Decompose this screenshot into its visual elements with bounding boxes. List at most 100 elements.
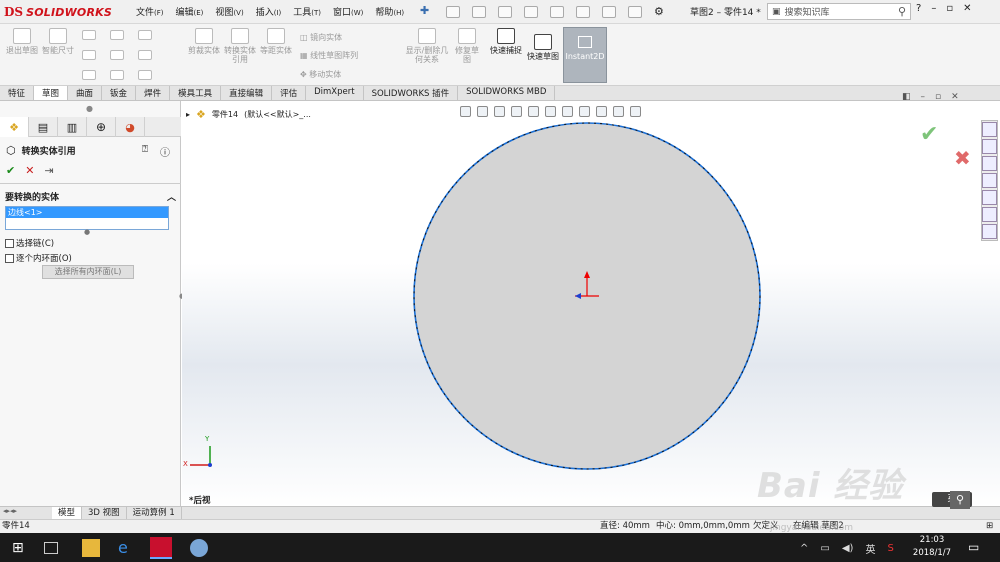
select-icon[interactable]: [576, 5, 590, 18]
help-icon[interactable]: ?: [916, 3, 921, 14]
tab-sheet-metal[interactable]: 钣金: [102, 86, 137, 100]
restore-button[interactable]: ▫: [946, 3, 953, 14]
collapse-chevron-icon[interactable]: ︿: [167, 190, 176, 203]
arc-icon[interactable]: [110, 50, 124, 60]
help-what-icon[interactable]: ⍰: [142, 144, 148, 155]
tab-model[interactable]: 模型: [52, 507, 83, 519]
tab-features[interactable]: 特征: [0, 86, 35, 100]
task-view-icon[interactable]: [44, 542, 58, 554]
select-all-inner-loops-button[interactable]: 选择所有内环面(L): [42, 265, 134, 279]
feature-manager-tab[interactable]: ❖: [0, 117, 29, 137]
search-icon[interactable]: ⚲: [898, 5, 906, 18]
save-icon[interactable]: [498, 5, 512, 18]
select-chain-checkbox[interactable]: 选择链(C): [5, 237, 54, 249]
search-scope-icon[interactable]: ▣: [772, 7, 781, 17]
menu-tools[interactable]: 工具(T): [287, 5, 327, 18]
tab-scroll-arrows-icon[interactable]: ◂▸◂▸: [3, 507, 17, 515]
minimize-button[interactable]: –: [931, 3, 936, 14]
menu-view[interactable]: 视图(V): [209, 5, 249, 18]
new-icon[interactable]: [446, 5, 460, 18]
tab-mold-tools[interactable]: 模具工具: [170, 86, 222, 100]
trim-button[interactable]: 剪裁实体: [186, 28, 222, 55]
selected-entity-item[interactable]: 边线<1>: [6, 207, 168, 218]
linear-pattern-item[interactable]: ▦ 线性草图阵列: [300, 50, 358, 61]
sogou-ime-icon[interactable]: S: [887, 543, 893, 554]
panel-splitter-handle[interactable]: ●: [86, 104, 93, 113]
dimxpert-manager-tab[interactable]: ⊕: [87, 117, 116, 137]
inner-loops-checkbox[interactable]: 逐个内环面(O): [5, 252, 72, 264]
pin-icon[interactable]: ✚: [420, 4, 429, 17]
convert-entities-button[interactable]: 转换实体引用: [222, 28, 258, 64]
windows-start-icon[interactable]: ⊞: [12, 539, 30, 557]
menu-window[interactable]: 窗口(W): [327, 5, 369, 18]
rectangle-icon[interactable]: [110, 30, 124, 40]
mirror-entities-item[interactable]: ◫ 镜向实体: [300, 32, 342, 43]
help-icon[interactable]: ⓘ: [160, 144, 170, 159]
trim-icon: [195, 28, 213, 44]
status-help-icon[interactable]: ⊞: [986, 520, 993, 533]
quick-snap-button[interactable]: 快速捕捉: [489, 28, 523, 55]
file-explorer-taskbar-icon[interactable]: [82, 539, 100, 557]
spline-icon[interactable]: [82, 70, 96, 80]
display-manager-tab[interactable]: ◕: [116, 117, 145, 137]
tab-surfaces[interactable]: 曲面: [68, 86, 103, 100]
convert-entities-label: 转换实体引用: [224, 46, 256, 64]
menu-edit[interactable]: 编辑(E): [170, 5, 210, 18]
undo-icon[interactable]: [550, 5, 564, 18]
fillet-icon[interactable]: [138, 70, 152, 80]
ok-button[interactable]: ✔: [6, 164, 15, 177]
display-relations-button[interactable]: 显示/删除几何关系: [404, 28, 450, 64]
open-icon[interactable]: [472, 5, 486, 18]
volume-icon[interactable]: ◀): [842, 543, 854, 554]
checkbox-box[interactable]: [5, 253, 14, 263]
network-icon[interactable]: ▭: [820, 543, 829, 554]
point-icon[interactable]: [110, 70, 124, 80]
pushpin-button[interactable]: ⇥: [44, 164, 53, 177]
property-manager-tab[interactable]: ▤: [29, 117, 58, 137]
tab-weldments[interactable]: 焊件: [136, 86, 171, 100]
menu-help[interactable]: 帮助(H): [369, 5, 410, 18]
tray-chevron-icon[interactable]: ^: [800, 543, 808, 554]
edge-browser-icon[interactable]: e: [118, 539, 136, 557]
print-icon[interactable]: [524, 5, 538, 18]
solidworks-taskbar-icon[interactable]: [150, 537, 172, 559]
smart-dimension-button[interactable]: 智能尺寸: [42, 28, 74, 55]
close-button[interactable]: ✕: [963, 3, 971, 14]
rapid-sketch-button[interactable]: 快速草图: [527, 34, 559, 61]
section-header[interactable]: 要转换的实体 ︿: [5, 190, 176, 203]
file-properties-icon[interactable]: [628, 5, 642, 18]
polygon-icon[interactable]: [138, 50, 152, 60]
menu-file[interactable]: 文件(F): [130, 5, 170, 18]
options-gear-icon[interactable]: ⚙: [654, 5, 664, 18]
tab-dimxpert[interactable]: DimXpert: [306, 86, 364, 100]
circle-icon[interactable]: [82, 50, 96, 60]
configuration-manager-tab[interactable]: ▥: [58, 117, 87, 137]
tab-direct-editing[interactable]: 直接编辑: [221, 86, 273, 100]
slot-icon[interactable]: [138, 30, 152, 40]
tab-3d-views[interactable]: 3D 视图: [82, 507, 127, 519]
instant2d-button[interactable]: Instant2D: [563, 27, 607, 83]
repair-sketch-button[interactable]: 修复草图: [452, 28, 482, 64]
notifications-icon[interactable]: ▭: [968, 540, 979, 554]
tab-evaluate[interactable]: 评估: [272, 86, 307, 100]
triad-x-label: X: [183, 460, 188, 468]
tab-sketch[interactable]: 草图: [34, 86, 69, 100]
list-resize-handle[interactable]: ●: [84, 228, 90, 236]
cancel-button[interactable]: ✕: [25, 164, 34, 177]
menu-insert[interactable]: 插入(I): [250, 5, 288, 18]
tab-mbd[interactable]: SOLIDWORKS MBD: [458, 86, 556, 100]
solidworks-logo[interactable]: DS SOLIDWORKS: [4, 3, 112, 21]
rapid-sketch-label: 快速草图: [527, 52, 559, 61]
tab-addins[interactable]: SOLIDWORKS 插件: [364, 86, 459, 100]
line-icon[interactable]: [82, 30, 96, 40]
exit-sketch-button[interactable]: 退出草图: [6, 28, 38, 55]
tab-motion-study[interactable]: 运动算例 1: [127, 507, 182, 519]
rebuild-icon[interactable]: [602, 5, 616, 18]
offset-entities-button[interactable]: 等距实体: [258, 28, 294, 55]
app-taskbar-icon[interactable]: [190, 539, 208, 557]
search-input[interactable]: ▣ 搜索知识库 ⚲: [767, 3, 911, 20]
input-language-label[interactable]: 英: [865, 541, 875, 556]
taskbar-clock[interactable]: 21:03 2018/1/7: [912, 534, 952, 560]
checkbox-box[interactable]: [5, 238, 14, 248]
move-entities-item[interactable]: ✥ 移动实体: [300, 69, 341, 80]
